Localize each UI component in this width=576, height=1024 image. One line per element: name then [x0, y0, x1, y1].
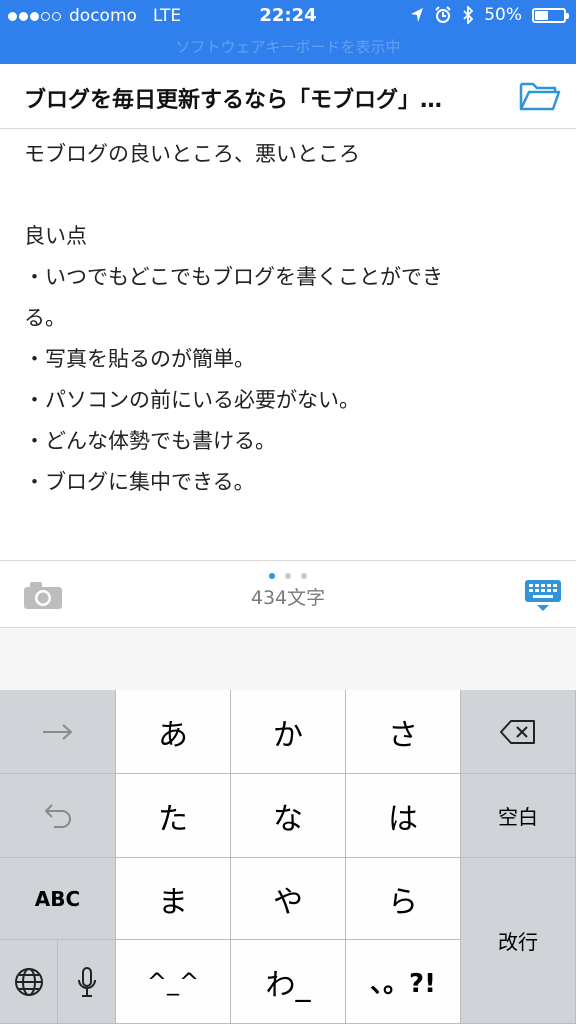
kana-key-label: は	[388, 801, 418, 837]
bluetooth-icon	[463, 6, 474, 24]
battery-icon	[532, 7, 569, 23]
text-line: 良い点	[24, 224, 87, 248]
article-title[interactable]: ブログを毎日更新するなら「モブログ」…	[24, 82, 494, 114]
title-bar: ブログを毎日更新するなら「モブログ」…	[0, 64, 576, 129]
microphone-key[interactable]	[58, 940, 116, 1024]
battery-percent: 50%	[484, 5, 522, 25]
kana-key-ta[interactable]: た	[116, 774, 231, 858]
battery-level	[535, 10, 549, 20]
space-key-label: 空白	[498, 805, 538, 829]
kana-key-wa[interactable]: わ_	[231, 940, 346, 1024]
kana-key-ya[interactable]: や	[231, 858, 346, 940]
abc-key-label: ABC	[34, 886, 81, 911]
candidate-bar	[0, 628, 576, 690]
text-line: ・パソコンの前にいる必要がない。	[24, 388, 360, 412]
kana-key-label: な	[273, 801, 303, 837]
kana-key-label: か	[273, 717, 303, 753]
delete-icon	[500, 719, 535, 744]
abc-key[interactable]: ABC	[0, 858, 116, 940]
kana-key-label: ら	[388, 884, 418, 920]
page-dot	[285, 573, 291, 579]
status-subtitle: ソフトウェアキーボードを表示中	[175, 38, 401, 56]
editor-toolbar: 434文字	[0, 560, 576, 628]
folder-icon[interactable]	[518, 78, 562, 114]
kana-key-label: や	[273, 884, 303, 920]
page-indicator	[0, 564, 576, 583]
return-key-label: 改行	[498, 930, 538, 954]
kana-key-label: あ	[158, 717, 188, 753]
kana-key-ra[interactable]: ら	[346, 858, 461, 940]
delete-key[interactable]	[461, 690, 576, 774]
kana-key-label: 、。?!	[370, 969, 436, 999]
kana-key-a[interactable]: あ	[116, 690, 231, 774]
undo-key[interactable]	[0, 774, 116, 858]
kana-key-sa[interactable]: さ	[346, 690, 461, 774]
status-bar: docomo LTE 22:24 50% ソフトウェアキーボードを表示中	[0, 0, 576, 64]
kana-key-label: さ	[388, 717, 418, 753]
page-dot	[301, 573, 307, 579]
page-dot	[269, 573, 275, 579]
arrow-right-icon	[42, 723, 73, 740]
return-key[interactable]: 改行	[461, 858, 576, 1024]
character-count: 434文字	[250, 587, 326, 609]
kana-key-ma[interactable]: ま	[116, 858, 231, 940]
japanese-kana-keyboard: ABC あ か さ た な は ま や ら ^_^ わ_ 、。?! 空白 改行	[0, 690, 576, 1024]
text-line: る。	[24, 306, 66, 330]
alarm-icon	[435, 6, 451, 23]
kana-key-na[interactable]: な	[231, 774, 346, 858]
globe-key[interactable]	[0, 940, 58, 1024]
microphone-icon	[77, 966, 96, 997]
emoticon-key[interactable]: ^_^	[116, 940, 231, 1024]
next-key[interactable]	[0, 690, 116, 774]
space-key[interactable]: 空白	[461, 774, 576, 858]
kana-key-label: ま	[158, 884, 188, 920]
globe-icon	[14, 967, 43, 996]
kana-key-ha[interactable]: は	[346, 774, 461, 858]
text-line: ・写真を貼るのが簡単。	[24, 347, 255, 371]
keyboard-hide-icon[interactable]	[524, 579, 562, 613]
punctuation-key[interactable]: 、。?!	[346, 940, 461, 1024]
location-icon	[411, 8, 424, 22]
text-line: ・いつでもどこでもブログを書くことができ	[24, 265, 443, 289]
text-line: モブログの良いところ、悪いところ	[24, 142, 360, 166]
article-body[interactable]: モブログの良いところ、悪いところ 良い点・いつでもどこでもブログを書くことができる…	[24, 134, 544, 503]
text-line: ・ブログに集中できる。	[24, 470, 255, 494]
undo-icon	[44, 803, 71, 828]
kana-key-label: わ_	[265, 967, 311, 1003]
text-line: ・どんな体勢でも書ける。	[24, 429, 276, 453]
kana-key-label: ^_^	[146, 967, 200, 996]
kana-key-label: た	[158, 801, 188, 837]
kana-key-ka[interactable]: か	[231, 690, 346, 774]
